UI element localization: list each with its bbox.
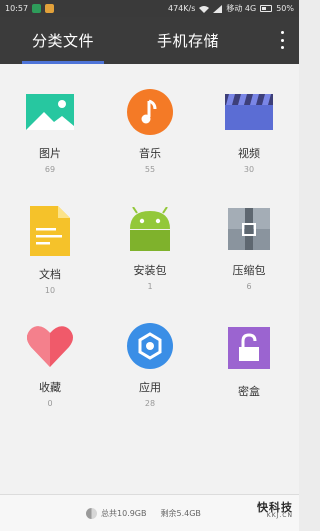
category-grid: 图片 69 音乐 55 视频 30 文档 10 安装包 1 压缩包 6 收藏 0… xyxy=(0,64,299,494)
battery-icon xyxy=(260,5,273,12)
storage-pie-icon xyxy=(86,507,97,519)
music-icon xyxy=(127,89,173,135)
lock-icon xyxy=(228,327,270,369)
category-count: 55 xyxy=(144,165,156,174)
picture-icon xyxy=(26,94,74,130)
category-apk[interactable]: 安装包 1 xyxy=(100,181,200,291)
category-documents[interactable]: 文档 10 xyxy=(0,181,100,295)
category-music[interactable]: 音乐 55 xyxy=(100,64,200,174)
category-label: 密盒 xyxy=(238,385,260,398)
category-count: 1 xyxy=(147,282,153,291)
notification-orange-icon xyxy=(45,4,55,13)
category-count: 30 xyxy=(243,165,255,174)
carrier: 移动 4G xyxy=(226,4,257,13)
video-icon xyxy=(225,94,273,130)
category-count: 10 xyxy=(44,286,56,295)
category-count: 69 xyxy=(44,165,56,174)
wifi-icon xyxy=(199,5,210,13)
category-count: 6 xyxy=(246,282,252,291)
category-label: 音乐 xyxy=(139,147,161,160)
archive-icon xyxy=(228,208,270,250)
category-label: 视频 xyxy=(238,147,260,160)
category-label: 应用 xyxy=(139,381,161,394)
signal-icon xyxy=(213,4,223,13)
category-label: 图片 xyxy=(39,147,61,160)
app-bar: 分类文件 手机存储 xyxy=(0,17,299,64)
clock: 10:57 xyxy=(5,4,29,13)
app-hexagon-icon xyxy=(127,323,173,369)
heart-icon xyxy=(27,326,73,367)
battery-percent: 50% xyxy=(276,4,294,13)
network-speed: 474K/s xyxy=(167,4,196,13)
storage-footer: 总共10.9GB 剩余5.4GB 快科技 KKJ.CN xyxy=(0,494,299,531)
category-archives[interactable]: 压缩包 6 xyxy=(199,181,299,291)
watermark-subtext: KKJ.CN xyxy=(266,512,293,519)
tab-category-files[interactable]: 分类文件 xyxy=(22,17,104,64)
category-pictures[interactable]: 图片 69 xyxy=(0,64,100,174)
category-label: 压缩包 xyxy=(232,264,266,277)
category-favorites[interactable]: 收藏 0 xyxy=(0,298,100,408)
tab-phone-storage[interactable]: 手机存储 xyxy=(140,17,236,64)
category-count: 28 xyxy=(144,399,156,408)
storage-free: 剩余5.4GB xyxy=(160,508,201,518)
category-count: 0 xyxy=(47,399,53,408)
category-label: 收藏 xyxy=(39,381,61,394)
category-apps[interactable]: 应用 28 xyxy=(100,298,200,408)
storage-total: 总共10.9GB xyxy=(101,508,147,518)
document-icon xyxy=(30,206,70,256)
category-label: 文档 xyxy=(39,268,61,281)
category-videos[interactable]: 视频 30 xyxy=(199,64,299,174)
storage-summary: 总共10.9GB 剩余5.4GB xyxy=(86,507,201,519)
category-secure-box[interactable]: 密盒 xyxy=(199,298,299,408)
tab-label: 分类文件 xyxy=(31,32,94,50)
status-bar: 10:57 474K/s 移动 4G 50% xyxy=(0,0,299,17)
android-icon xyxy=(130,207,170,251)
tab-label: 手机存储 xyxy=(156,32,219,50)
category-label: 安装包 xyxy=(133,264,167,277)
notification-green-icon xyxy=(32,4,42,13)
more-menu-icon[interactable] xyxy=(279,31,285,49)
watermark-logo: 快科技 KKJ.CN xyxy=(257,502,293,519)
